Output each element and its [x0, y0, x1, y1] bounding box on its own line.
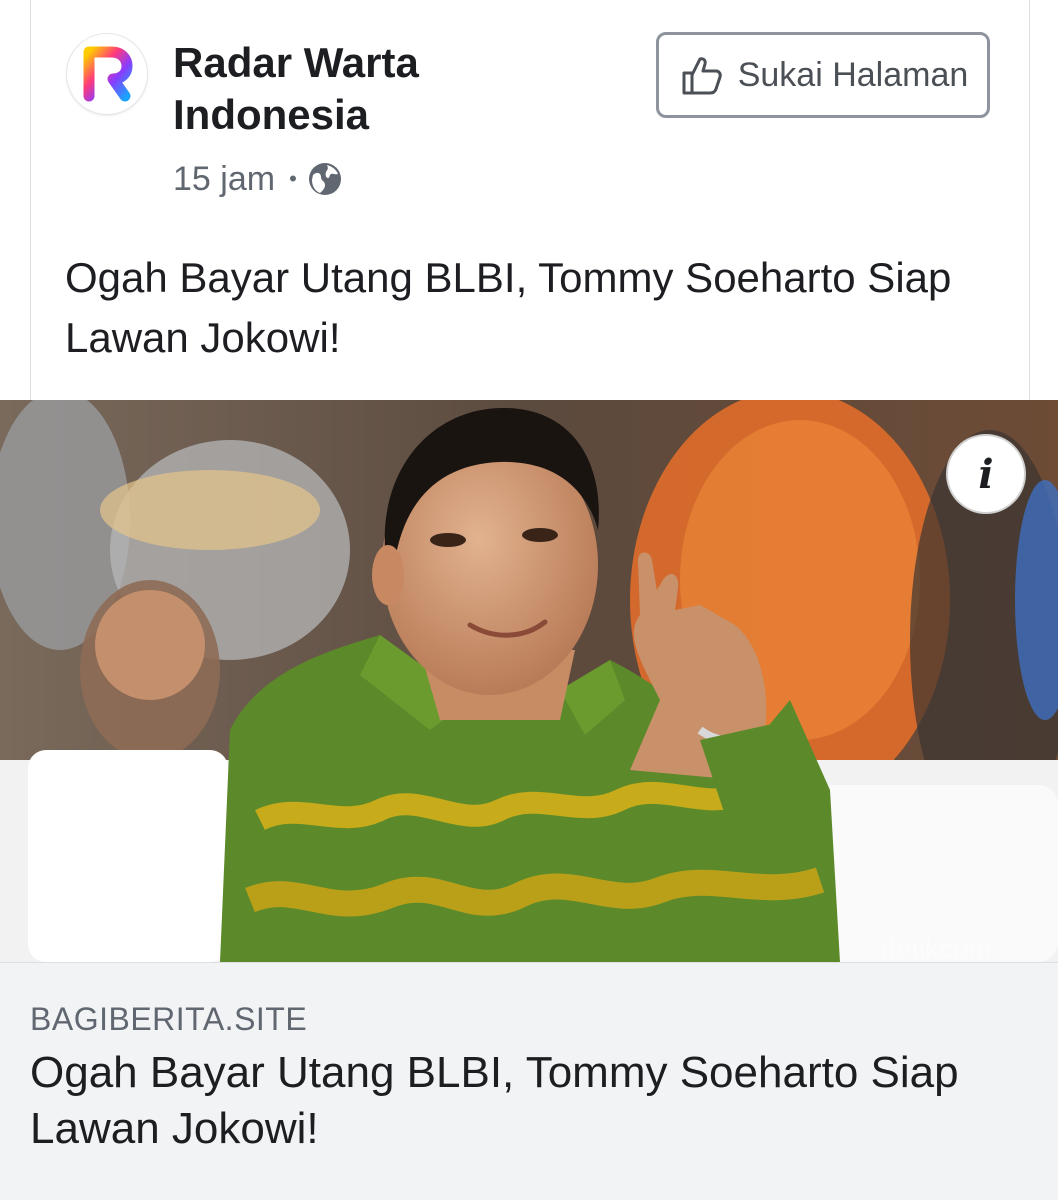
link-preview[interactable]: BAGIBERITA.SITE Ogah Bayar Utang BLBI, T… — [0, 962, 1058, 1200]
thumbs-up-icon — [682, 57, 722, 95]
globe-icon — [308, 163, 341, 195]
post-text: Ogah Bayar Utang BLBI, Tommy Soeharto Si… — [65, 254, 952, 361]
link-title[interactable]: Ogah Bayar Utang BLBI, Tommy Soeharto Si… — [30, 1045, 1040, 1157]
info-button[interactable]: i — [946, 434, 1026, 514]
like-page-button[interactable]: Sukai Halaman — [656, 32, 990, 118]
radar-logo-icon — [83, 46, 133, 102]
post-meta: 15 jam • — [173, 155, 343, 203]
link-domain: BAGIBERITA.SITE — [30, 1001, 308, 1037]
svg-text:detikcom: detikcom — [880, 933, 992, 962]
page-avatar[interactable] — [66, 33, 148, 115]
page-name[interactable]: Radar Warta Indonesia — [173, 37, 593, 141]
news-photo-image: detikcom — [0, 400, 1058, 962]
meta-separator: • — [289, 166, 297, 191]
like-button-label: Sukai Halaman — [737, 55, 969, 94]
post-time[interactable]: 15 jam — [173, 160, 275, 199]
post-photo[interactable]: detikcom — [0, 400, 1058, 962]
